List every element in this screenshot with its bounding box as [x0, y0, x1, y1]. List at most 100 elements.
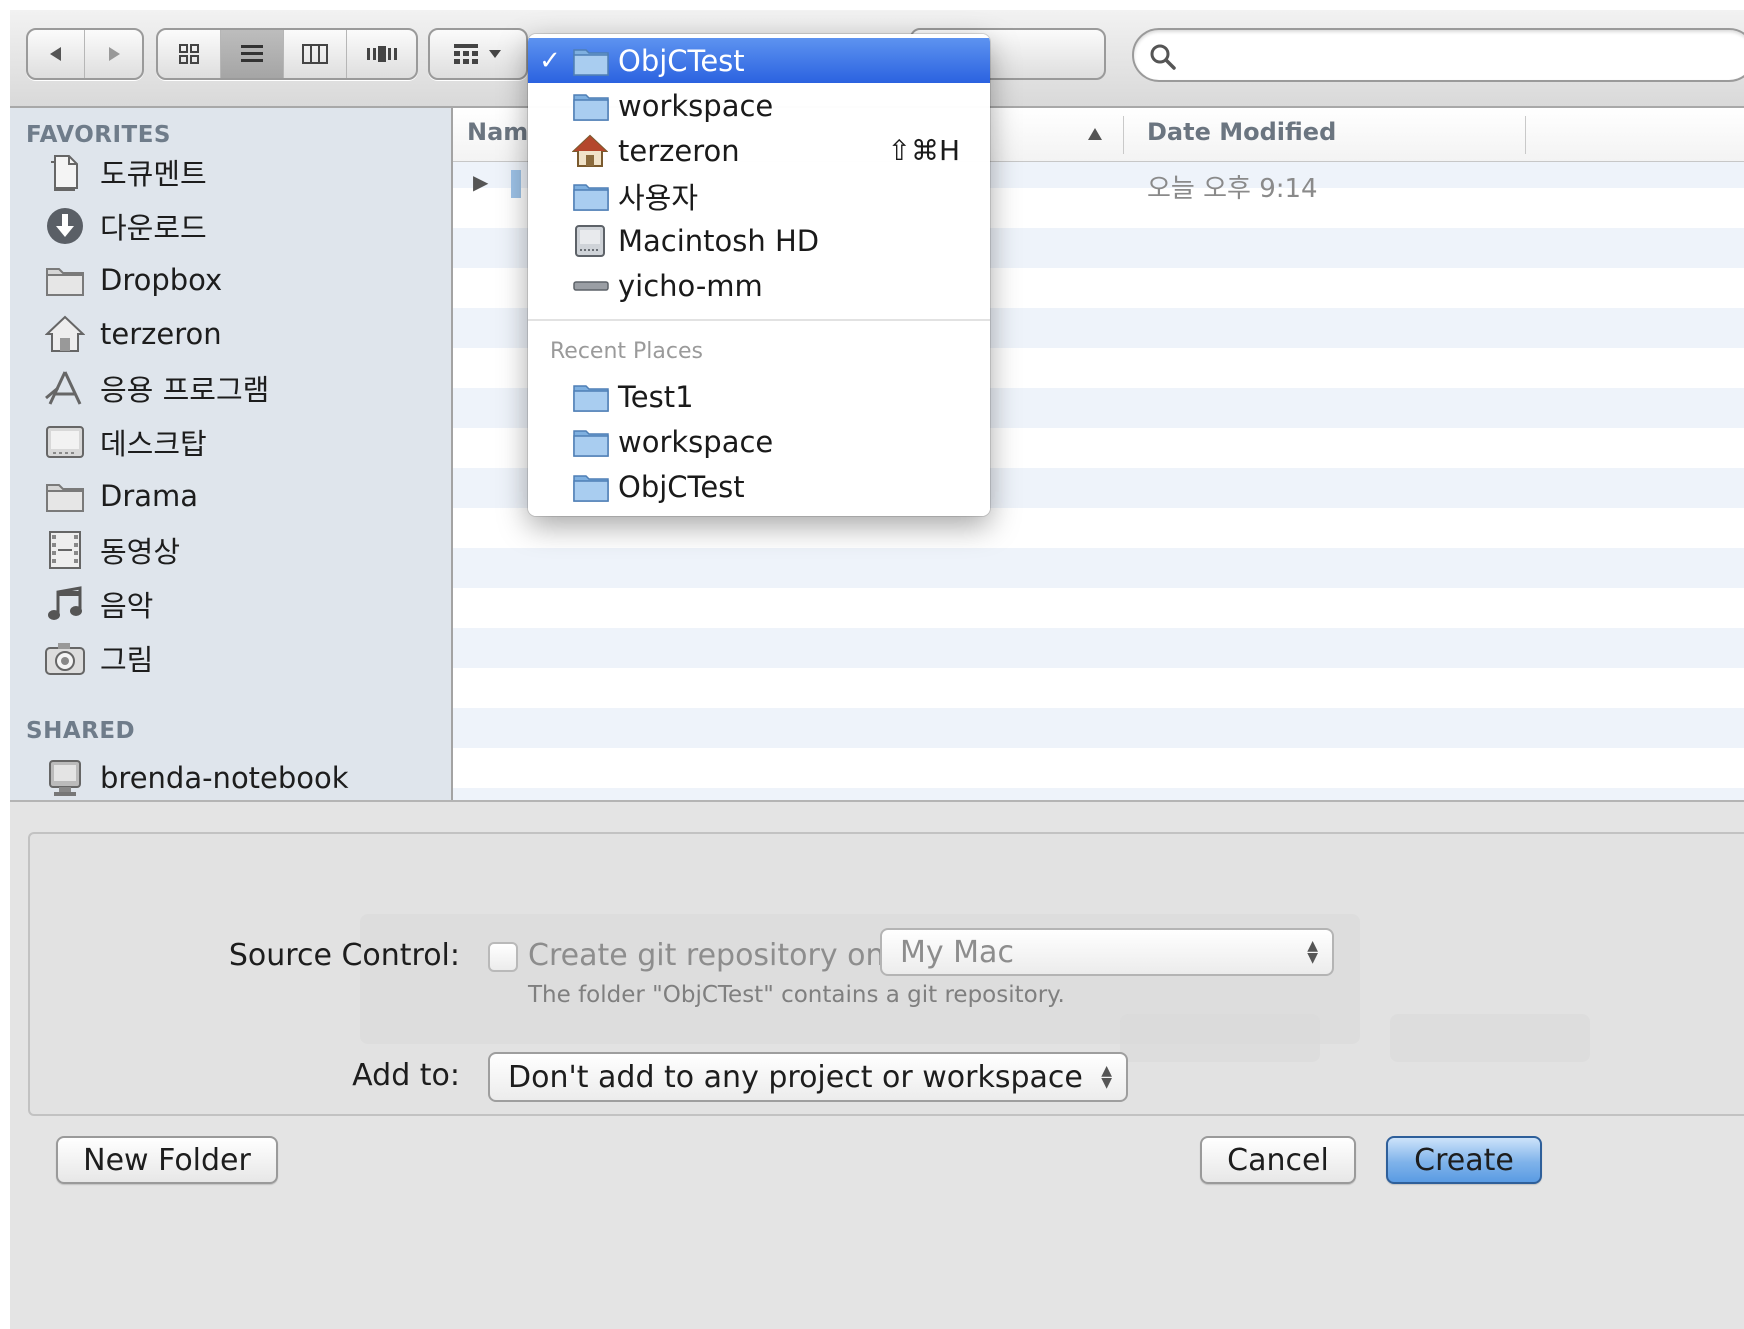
- menu-item-macintosh-hd[interactable]: Macintosh HD: [528, 218, 990, 263]
- applications-icon: [42, 365, 88, 411]
- downloads-icon: [42, 203, 88, 249]
- up-down-chevron-icon: ▲ ▼: [1307, 938, 1318, 966]
- home-icon: [572, 131, 618, 171]
- column-divider[interactable]: [1525, 116, 1526, 154]
- shared-header: SHARED: [26, 718, 136, 744]
- sidebar-item-label: 도큐멘트: [100, 157, 207, 191]
- sidebar-item-brenda-notebook[interactable]: brenda-notebook: [42, 754, 442, 802]
- sidebar-item-label: 동영상: [100, 535, 181, 569]
- git-repository-checkbox[interactable]: [488, 942, 518, 972]
- search-field[interactable]: [1132, 28, 1744, 82]
- menu-item-users[interactable]: 사용자: [528, 173, 990, 218]
- computer-icon: [42, 755, 88, 801]
- git-checkbox-label[interactable]: Create git repository on: [528, 938, 885, 973]
- menu-item-label: yicho-mm: [618, 268, 763, 303]
- sort-ascending-icon: [1087, 126, 1103, 145]
- source-control-box: Source Control: Create git repository on…: [28, 832, 1744, 1116]
- column-view-button[interactable]: [284, 30, 348, 78]
- view-mode-control: [156, 28, 418, 80]
- menu-item-label: workspace: [618, 88, 774, 123]
- folder-icon: [42, 473, 88, 519]
- back-arrow-icon: [46, 44, 66, 64]
- sidebar-item-applications[interactable]: 응용 프로그램: [42, 364, 442, 412]
- sidebar-item-pictures[interactable]: 그림: [42, 634, 442, 682]
- sidebar-item-home[interactable]: terzeron: [42, 310, 442, 358]
- sidebar-item-label: Drama: [100, 479, 199, 513]
- back-forward-control: [26, 28, 144, 80]
- sidebar-item-label: Dropbox: [100, 263, 223, 297]
- menu-item-terzeron[interactable]: terzeron ⇧⌘H: [528, 128, 990, 173]
- menu-item-workspace[interactable]: workspace: [528, 83, 990, 128]
- row-date-modified: 오늘 오후 9:14: [1147, 174, 1318, 204]
- add-to-label: Add to:: [352, 1058, 460, 1093]
- save-dialog: FAVORITES 도큐멘트 다운로드 Dropbox terzeron 응용 …: [10, 10, 1744, 1329]
- sidebar-item-label: brenda-notebook: [100, 761, 349, 795]
- column-header-name[interactable]: Nam: [467, 118, 528, 146]
- arrange-button[interactable]: [428, 28, 528, 80]
- folder-icon: [511, 168, 521, 204]
- menu-item-recent-test1[interactable]: Test1: [528, 374, 990, 419]
- hard-drive-icon: [572, 221, 618, 261]
- network-volume-icon: [572, 266, 618, 306]
- list-view-icon: [239, 42, 265, 66]
- chevron-down-icon: [488, 49, 502, 59]
- menu-item-label: Test1: [618, 379, 694, 414]
- folder-icon: [572, 467, 618, 507]
- cover-flow-icon: [365, 43, 399, 65]
- arrange-cell: [430, 30, 526, 78]
- menu-item-label: Macintosh HD: [618, 223, 820, 258]
- home-icon: [42, 311, 88, 357]
- folder-icon: [572, 377, 618, 417]
- sidebar-item-label: 음악: [100, 589, 154, 623]
- recent-places-header: Recent Places: [550, 339, 703, 364]
- column-divider[interactable]: [1123, 116, 1124, 154]
- documents-icon: [42, 149, 88, 195]
- search-input[interactable]: [1192, 40, 1732, 70]
- cancel-button[interactable]: Cancel: [1200, 1136, 1356, 1184]
- machine-popup[interactable]: My Mac ▲ ▼: [880, 928, 1334, 976]
- background-ghost: [1390, 1014, 1590, 1062]
- menu-item-label: workspace: [618, 424, 774, 459]
- sidebar: FAVORITES 도큐멘트 다운로드 Dropbox terzeron 응용 …: [10, 108, 453, 800]
- sidebar-item-movies[interactable]: 동영상: [42, 526, 442, 574]
- list-view-button[interactable]: [221, 30, 285, 78]
- pictures-icon: [42, 635, 88, 681]
- menu-item-recent-objctest[interactable]: ObjCTest: [528, 464, 990, 509]
- disclosure-triangle-icon[interactable]: ▶: [473, 170, 488, 194]
- folder-icon: [572, 86, 618, 126]
- arrange-icon: [452, 42, 480, 66]
- sidebar-item-documents[interactable]: 도큐멘트: [42, 148, 442, 196]
- icon-view-icon: [177, 42, 201, 66]
- menu-item-yicho-mm[interactable]: yicho-mm: [528, 263, 990, 308]
- music-icon: [42, 581, 88, 627]
- accessory-panel: Source Control: Create git repository on…: [10, 800, 1744, 1329]
- forward-button[interactable]: [85, 30, 142, 78]
- source-control-label: Source Control:: [228, 938, 460, 973]
- menu-item-shortcut: ⇧⌘H: [887, 134, 960, 167]
- sidebar-item-drama[interactable]: Drama: [42, 472, 442, 520]
- menu-item-objctest[interactable]: ✓ ObjCTest: [528, 38, 990, 83]
- menu-separator: [528, 319, 990, 321]
- sidebar-item-label: 데스크탑: [100, 427, 207, 461]
- sidebar-item-label: terzeron: [100, 317, 222, 351]
- icon-view-button[interactable]: [158, 30, 222, 78]
- column-header-date-modified[interactable]: Date Modified: [1147, 118, 1336, 146]
- sidebar-item-desktop[interactable]: 데스크탑: [42, 418, 442, 466]
- menu-item-recent-workspace[interactable]: workspace: [528, 419, 990, 464]
- desktop-icon: [42, 419, 88, 465]
- sidebar-item-label: 그림: [100, 643, 154, 677]
- sidebar-item-dropbox[interactable]: Dropbox: [42, 256, 442, 304]
- column-view-icon: [301, 43, 329, 65]
- checkmark-icon: ✓: [539, 45, 561, 76]
- sidebar-item-downloads[interactable]: 다운로드: [42, 202, 442, 250]
- new-folder-button[interactable]: New Folder: [56, 1136, 278, 1184]
- folder-icon: [42, 257, 88, 303]
- cover-flow-button[interactable]: [347, 30, 416, 78]
- menu-item-label: ObjCTest: [618, 43, 745, 78]
- back-button[interactable]: [28, 30, 86, 78]
- create-button[interactable]: Create: [1386, 1136, 1542, 1184]
- folder-icon: [572, 41, 618, 81]
- sidebar-item-music[interactable]: 음악: [42, 580, 442, 628]
- favorites-header: FAVORITES: [26, 122, 171, 148]
- add-to-popup[interactable]: Don't add to any project or workspace ▲ ▼: [488, 1052, 1128, 1102]
